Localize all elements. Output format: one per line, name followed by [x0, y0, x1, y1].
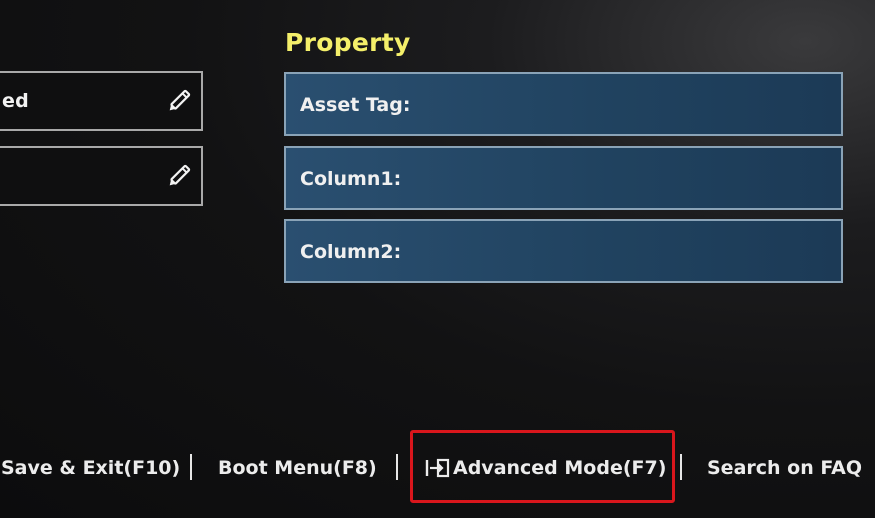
property-title: Property [285, 28, 411, 57]
bios-screen: ed Property Asset Tag: Column1: Column2: [0, 0, 875, 518]
column1-label: Column1: [300, 168, 402, 190]
save-exit-button[interactable]: Save & Exit(F10) [1, 457, 180, 479]
separator [396, 454, 398, 480]
search-faq-button[interactable]: Search on FAQ [707, 457, 862, 479]
highlight-box [410, 430, 675, 503]
left-field-1-value: ed [2, 90, 29, 112]
pencil-icon[interactable] [167, 160, 195, 188]
pencil-icon[interactable] [167, 85, 195, 113]
column1-field[interactable]: Column1: [284, 146, 843, 210]
separator [190, 454, 192, 480]
column2-label: Column2: [300, 241, 402, 263]
left-field-2[interactable] [0, 146, 203, 206]
separator [680, 454, 682, 480]
column2-field[interactable]: Column2: [284, 219, 843, 283]
boot-menu-button[interactable]: Boot Menu(F8) [218, 457, 377, 479]
asset-tag-field[interactable]: Asset Tag: [284, 72, 843, 136]
left-field-1[interactable]: ed [0, 71, 203, 131]
asset-tag-label: Asset Tag: [300, 94, 411, 116]
